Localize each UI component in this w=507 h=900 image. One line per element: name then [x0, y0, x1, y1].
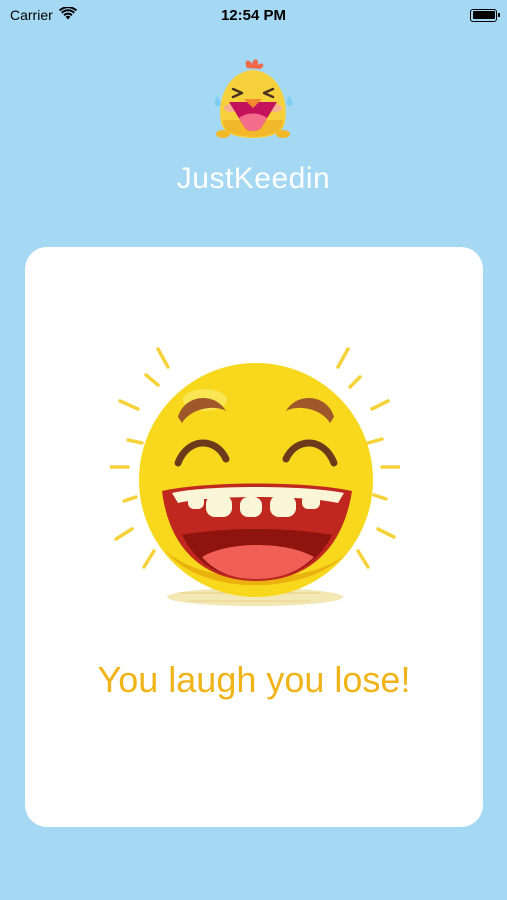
tagline: You laugh you lose!	[97, 659, 411, 700]
status-bar: Carrier 12:54 PM	[0, 0, 507, 30]
app-title: JustKeedin	[176, 162, 331, 195]
laughing-emoji	[110, 347, 400, 606]
battery-level	[472, 11, 495, 19]
battery-icon	[470, 8, 500, 22]
laughing-chick-logo	[214, 59, 293, 138]
carrier-label: Carrier	[10, 7, 53, 23]
status-left: Carrier	[10, 6, 77, 23]
content-card: You laugh you lose!	[25, 247, 483, 827]
wifi-icon	[58, 6, 77, 23]
